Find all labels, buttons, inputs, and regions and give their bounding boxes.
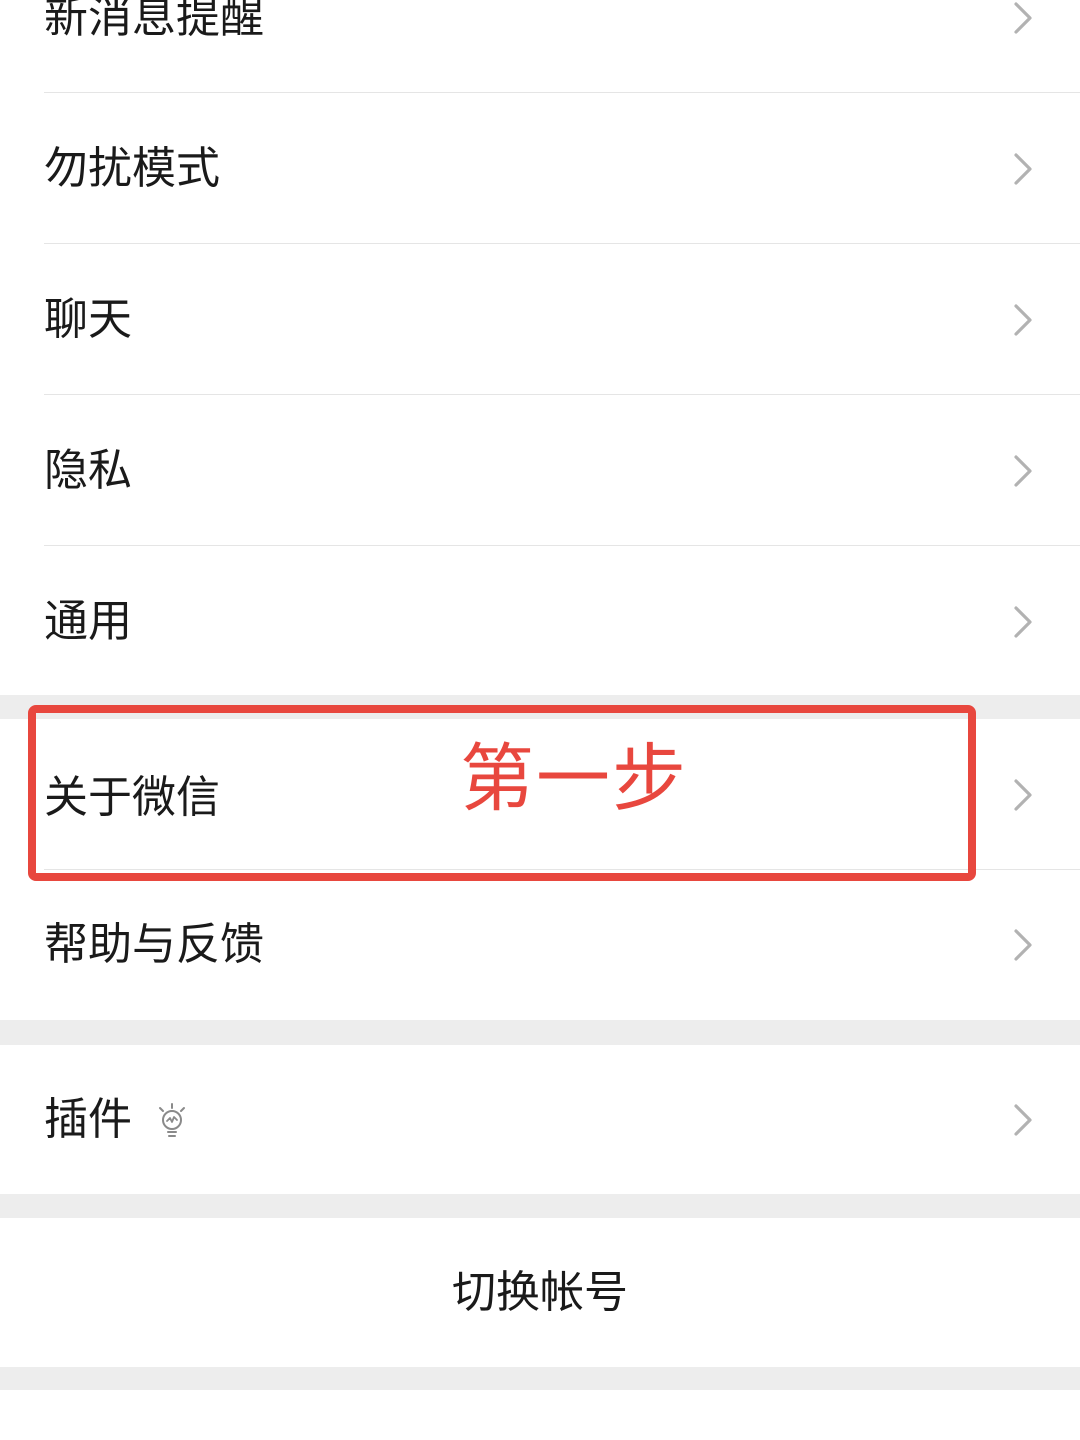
chevron-right-icon <box>1006 152 1040 186</box>
chevron-right-icon <box>1006 303 1040 337</box>
settings-item-do-not-disturb[interactable]: 勿扰模式 <box>0 93 1080 244</box>
lightbulb-icon <box>156 1102 188 1141</box>
step-annotation-label: 第一步 <box>460 736 688 822</box>
settings-page: 新消息提醒 勿扰模式 聊天 隐私 通用 关于微信 帮助与反馈 插件 切换帐号 第… <box>0 0 1080 1440</box>
chevron-right-icon <box>1006 605 1040 639</box>
settings-item-label: 隐私 <box>44 444 132 496</box>
settings-item-help-feedback[interactable]: 帮助与反馈 <box>0 870 1080 1020</box>
settings-item-label: 勿扰模式 <box>44 142 220 194</box>
switch-account-label: 切换帐号 <box>452 1266 628 1318</box>
settings-item-new-message-alerts[interactable]: 新消息提醒 <box>0 0 1080 93</box>
chevron-right-icon <box>1006 928 1040 962</box>
chevron-right-icon <box>1006 778 1040 812</box>
settings-item-label: 新消息提醒 <box>44 0 264 43</box>
chevron-right-icon <box>1006 1 1040 35</box>
settings-item-label: 插件 <box>44 1093 132 1145</box>
settings-item-plugins[interactable]: 插件 <box>0 1045 1080 1194</box>
settings-item-label: 帮助与反馈 <box>44 919 264 970</box>
settings-item-general[interactable]: 通用 <box>0 546 1080 697</box>
chevron-right-icon <box>1006 454 1040 488</box>
settings-item-label: 聊天 <box>44 293 132 345</box>
settings-group-plugins: 插件 <box>0 1045 1080 1194</box>
settings-group-switch-account: 切换帐号 <box>0 1218 1080 1367</box>
chevron-right-icon <box>1006 1103 1040 1137</box>
settings-item-label: 通用 <box>44 595 132 647</box>
switch-account-button[interactable]: 切换帐号 <box>0 1218 1080 1367</box>
settings-group-main: 新消息提醒 勿扰模式 聊天 隐私 通用 <box>0 0 1080 695</box>
settings-item-privacy[interactable]: 隐私 <box>0 395 1080 546</box>
settings-item-chat[interactable]: 聊天 <box>0 244 1080 395</box>
settings-group-bottom <box>0 1390 1080 1440</box>
